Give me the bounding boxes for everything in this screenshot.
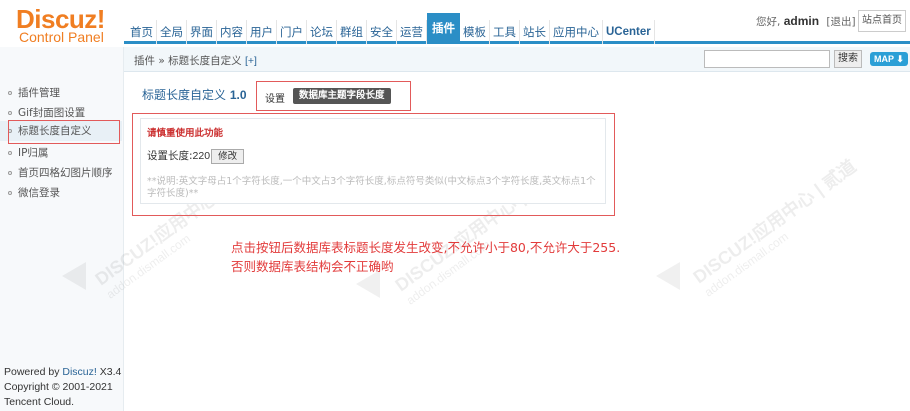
discuz-link[interactable]: Discuz! [62, 366, 96, 378]
nav-item[interactable]: 应用中心 [550, 20, 603, 44]
modify-button[interactable]: 修改 [211, 148, 245, 164]
nav-item[interactable]: 门户 [277, 20, 307, 44]
plugin-name: 标题长度自定义 [142, 88, 227, 102]
top-header: Discuz! Control Panel 首页 全局 界面 内容 用户 门户 论坛 群组 安全… [0, 0, 910, 47]
annotation-note: 点击按钮后数据库表标题长度发生改变,不允许小于80,不允许大于255. 否则数据… [231, 238, 620, 276]
nav-item[interactable]: 论坛 [307, 20, 337, 44]
tab-db-title-length[interactable]: 数据库主题字段长度 [293, 88, 391, 104]
map-button[interactable]: MAP ⬇ [870, 52, 908, 66]
sidebar-item[interactable]: 插件管理 [8, 85, 60, 100]
bullet-icon [8, 191, 12, 195]
sidebar-highlight-box [8, 120, 120, 144]
greeting: 您好, [756, 16, 781, 28]
nav-item[interactable]: 安全 [367, 20, 397, 44]
nav-item[interactable]: 群组 [337, 20, 367, 44]
nav-item[interactable]: 运营 [397, 20, 427, 44]
footer-credits: Powered by Discuz! X3.4 Copyright © 2001… [4, 365, 121, 410]
tabs-highlight-box: 设置 数据库主题字段长度 [256, 81, 411, 111]
version: X3.4 [96, 366, 122, 378]
company: Tencent Cloud. [4, 396, 75, 408]
sidebar-item-label: Gif封面图设置 [18, 107, 86, 119]
length-field: 设置长度:220 修改 [147, 148, 245, 164]
nav-item[interactable]: 模板 [460, 20, 490, 44]
bullet-icon [8, 151, 12, 155]
tab-settings[interactable]: 设置 [265, 90, 285, 105]
watermark-arrow-icon [656, 262, 680, 290]
nav-item[interactable]: 插件 [427, 13, 460, 44]
main-nav: 首页 全局 界面 内容 用户 门户 论坛 群组 安全 运营 插件 模板 工具 站长 应用中心 UCenter [127, 13, 655, 44]
logout-link[interactable]: [退出] [826, 16, 855, 28]
length-value: 220 [192, 150, 211, 162]
site-home-button[interactable]: 站点首页 [858, 10, 906, 32]
search-button[interactable]: 搜索 [834, 50, 862, 68]
warning-text: 请慎重使用此功能 [147, 128, 224, 139]
sidebar-item[interactable]: IP归属 [8, 145, 48, 160]
copyright: Copyright © 2001-2021 [4, 381, 113, 393]
panel-tip: **说明:英文字母占1个字符长度,一个中文占3个字符长度,标点符号类似(中文标点… [147, 176, 596, 199]
nav-item[interactable]: 站长 [520, 20, 550, 44]
nav-item[interactable]: 全局 [157, 20, 187, 44]
plugin-version: 1.0 [229, 88, 247, 102]
plugin-title: 标题长度自定义 1.0 [142, 86, 247, 103]
sidebar-item[interactable]: 首页四格幻图片顺序 [8, 165, 113, 180]
note-line-1: 点击按钮后数据库表标题长度发生改变,不允许小于80,不允许大于255. [231, 240, 621, 255]
nav-item[interactable]: 用户 [247, 20, 277, 44]
bullet-icon [8, 111, 12, 115]
nav-item[interactable]: 工具 [490, 20, 520, 44]
nav-item[interactable]: 首页 [127, 20, 157, 44]
watermark-arrow-icon [62, 262, 86, 290]
note-line-2: 否则数据库表结构会不正确哟 [231, 259, 394, 274]
breadcrumb: 插件 » 标题长度自定义 [+] [134, 53, 257, 68]
sidebar-item[interactable]: 微信登录 [8, 185, 60, 200]
sidebar: 插件管理 Gif封面图设置 标题长度自定义 IP归属 首页四格幻图片顺序 微信登录 Pow… [0, 47, 124, 411]
search-input[interactable] [704, 50, 830, 68]
powered-by: Powered by [4, 366, 63, 378]
settings-panel: 请慎重使用此功能 设置长度:220 修改 **说明:英文字母占1个字符长度,一个中… [140, 118, 606, 204]
logo[interactable]: Discuz! Control Panel [0, 0, 124, 47]
sidebar-item-label: 微信登录 [18, 187, 60, 199]
sidebar-item-label: 首页四格幻图片顺序 [18, 167, 113, 179]
sidebar-item-label: IP归属 [18, 147, 49, 159]
username: admin [783, 14, 820, 28]
nav-item[interactable]: UCenter [603, 20, 655, 44]
nav-item[interactable]: 界面 [187, 20, 217, 44]
bullet-icon [8, 91, 12, 95]
sidebar-item[interactable]: Gif封面图设置 [8, 105, 85, 120]
watermark: DISCUZ!应用中心 | 贰道 addon.dismall.com [689, 155, 860, 300]
user-info: 您好, admin [退出] [756, 14, 856, 29]
bullet-icon [8, 171, 12, 175]
breadcrumb-path: 插件 » 标题长度自定义 [134, 55, 242, 67]
add-shortcut-link[interactable]: [+] [245, 55, 257, 67]
breadcrumb-bar: 插件 » 标题长度自定义 [+] 搜索 MAP ⬇ [124, 47, 910, 72]
length-label: 设置长度: [147, 150, 193, 162]
nav-item[interactable]: 内容 [217, 20, 247, 44]
sidebar-item-label: 插件管理 [18, 87, 60, 99]
logo-subtitle: Control Panel [19, 29, 104, 45]
